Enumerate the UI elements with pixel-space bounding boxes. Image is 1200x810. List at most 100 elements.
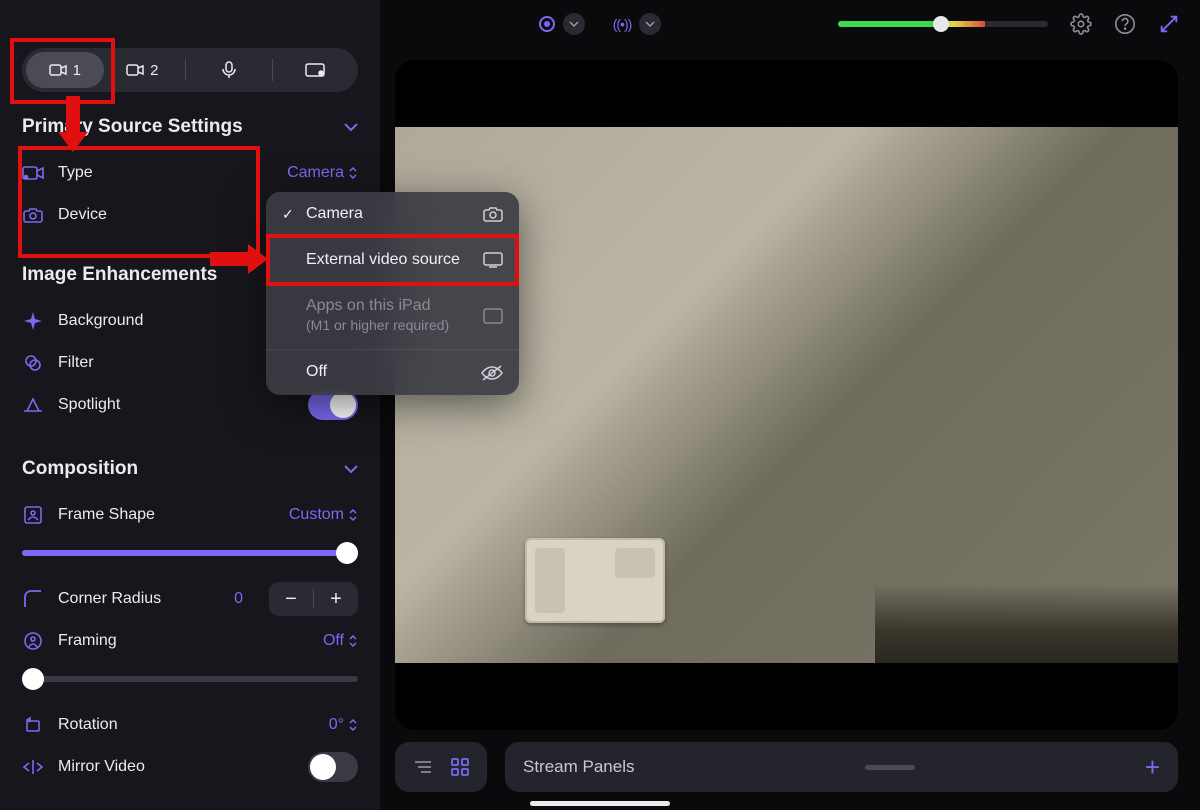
gear-icon[interactable] — [1070, 13, 1092, 35]
tab-camera-1[interactable]: 1 — [26, 52, 104, 88]
outlet-graphic — [525, 538, 665, 623]
framing-slider[interactable] — [22, 676, 358, 682]
expand-icon[interactable] — [1158, 13, 1180, 35]
corner-radius-label: Corner Radius — [58, 590, 220, 608]
composition-title: Composition — [22, 458, 138, 480]
chevron-down-icon — [344, 120, 358, 134]
grid-icon[interactable] — [451, 758, 469, 776]
dropdown-external-label: External video source — [306, 250, 471, 271]
bottom-controls — [395, 742, 487, 792]
drag-handle[interactable] — [865, 765, 915, 770]
rotation-icon — [22, 716, 44, 734]
slider-knob[interactable] — [22, 668, 44, 690]
type-dropdown-menu: ✓ Camera External video source Apps on t… — [266, 192, 519, 395]
rotation-row[interactable]: Rotation 0° — [22, 704, 358, 746]
stepper-plus[interactable]: + — [314, 582, 358, 616]
bottom-bar: Stream Panels + — [395, 742, 1178, 792]
type-label: Type — [58, 164, 273, 182]
topbar-right — [838, 13, 1180, 35]
tab-mic[interactable] — [190, 52, 268, 88]
spotlight-icon — [22, 397, 44, 413]
record-dropdown[interactable] — [563, 13, 585, 35]
frame-shape-row[interactable]: Frame Shape Custom — [22, 494, 358, 536]
camera-device-icon — [22, 207, 44, 223]
mic-icon — [222, 61, 236, 79]
type-value[interactable]: Camera — [287, 164, 358, 182]
camera-icon — [126, 64, 144, 76]
primary-source-title: Primary Source Settings — [22, 116, 243, 138]
framing-icon — [22, 632, 44, 650]
chevron-down-icon — [344, 462, 358, 476]
tab-camera-2[interactable]: 2 — [104, 52, 182, 88]
dropdown-item-apps: Apps on this iPad (M1 or higher required… — [266, 284, 519, 351]
camera-icon — [481, 206, 503, 222]
dropdown-camera-label: Camera — [306, 204, 471, 225]
frame-shape-value[interactable]: Custom — [289, 506, 358, 524]
mirror-row: Mirror Video — [22, 746, 358, 788]
eye-off-icon — [481, 365, 503, 381]
corner-radius-value: 0 — [234, 590, 243, 608]
corner-radius-row: Corner Radius 0 − + — [22, 578, 358, 620]
corner-radius-icon — [22, 590, 44, 608]
home-indicator — [530, 801, 670, 806]
broadcast-button[interactable]: ((•)) — [613, 13, 662, 35]
enhancements-title: Image Enhancements — [22, 264, 217, 286]
tab-display[interactable] — [277, 52, 355, 88]
slider-knob[interactable] — [336, 542, 358, 564]
stepper-minus[interactable]: − — [269, 582, 313, 616]
dropdown-off-label: Off — [306, 362, 471, 383]
framing-value[interactable]: Off — [323, 632, 358, 650]
dropdown-item-external[interactable]: External video source — [266, 238, 519, 284]
framing-row[interactable]: Framing Off — [22, 620, 358, 662]
mirror-toggle[interactable] — [308, 752, 358, 782]
primary-source-header[interactable]: Primary Source Settings — [22, 116, 358, 138]
broadcast-icon: ((•)) — [613, 16, 632, 32]
display-icon — [305, 63, 325, 77]
updown-icon — [348, 166, 358, 180]
monitor-icon — [481, 252, 503, 268]
mirror-icon — [22, 759, 44, 775]
framing-label: Framing — [58, 632, 309, 650]
dropdown-item-camera[interactable]: ✓ Camera — [266, 192, 519, 238]
frame-icon — [22, 506, 44, 524]
broadcast-dropdown[interactable] — [639, 13, 661, 35]
dropdown-item-off[interactable]: Off — [266, 350, 519, 395]
chevron-down-icon — [569, 21, 579, 27]
list-icon[interactable] — [413, 760, 433, 774]
divider — [185, 59, 186, 81]
topbar-center: ((•)) — [539, 13, 662, 35]
updown-icon — [348, 718, 358, 732]
tab-camera-1-label: 1 — [73, 62, 81, 79]
mirror-label: Mirror Video — [58, 758, 294, 776]
filter-icon — [22, 354, 44, 372]
tab-camera-2-label: 2 — [150, 62, 158, 79]
video-preview[interactable] — [395, 60, 1178, 730]
rotation-value[interactable]: 0° — [329, 716, 358, 734]
frame-shape-slider[interactable] — [22, 550, 358, 556]
add-panel-button[interactable]: + — [1145, 752, 1160, 783]
help-icon[interactable] — [1114, 13, 1136, 35]
updown-icon — [348, 508, 358, 522]
wall-shadow — [875, 583, 1178, 663]
divider — [272, 59, 273, 81]
corner-radius-stepper: − + — [269, 582, 358, 616]
audio-meter[interactable] — [838, 21, 1048, 27]
dropdown-apps-label: Apps on this iPad (M1 or higher required… — [306, 296, 471, 338]
record-icon — [539, 16, 555, 32]
check-icon: ✓ — [282, 206, 296, 223]
ipad-icon — [481, 308, 503, 324]
composition-header[interactable]: Composition — [22, 458, 358, 480]
sparkle-icon — [22, 312, 44, 330]
source-tabs: 1 2 — [22, 48, 358, 92]
type-row[interactable]: Type Camera — [22, 152, 358, 194]
sidebar: 1 2 Primary Source Settings Type Camera — [0, 0, 380, 810]
stream-panels-label: Stream Panels — [523, 757, 635, 777]
chevron-down-icon — [645, 21, 655, 27]
rotation-label: Rotation — [58, 716, 315, 734]
camera-icon — [49, 64, 67, 76]
updown-icon — [348, 634, 358, 648]
record-button[interactable] — [539, 13, 585, 35]
stream-panels-bar[interactable]: Stream Panels + — [505, 742, 1178, 792]
meter-knob[interactable] — [933, 16, 949, 32]
toggle-knob — [330, 392, 356, 418]
